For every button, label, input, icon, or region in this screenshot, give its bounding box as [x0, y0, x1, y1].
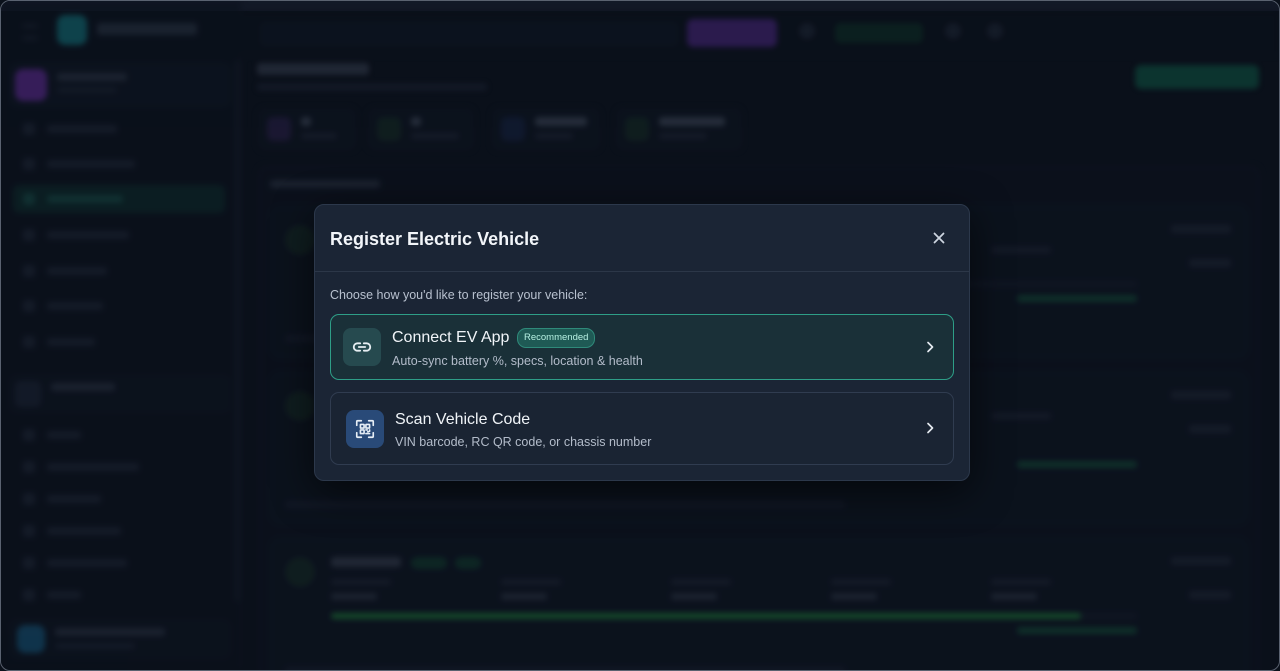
option-description: Auto-sync battery %, specs, location & h… [392, 354, 643, 368]
connect-ev-app-option[interactable]: Connect EV App Recommended Auto-sync bat… [330, 314, 954, 380]
modal-subtitle: Choose how you'd like to register your v… [330, 288, 588, 302]
qr-scan-icon-box [346, 410, 384, 448]
chevron-right-icon [927, 422, 934, 434]
close-button[interactable] [927, 226, 951, 250]
modal-title: Register Electric Vehicle [330, 229, 540, 249]
option-title: Scan Vehicle Code [395, 411, 531, 428]
close-icon [933, 232, 945, 244]
app-window: Register Electric Vehicle Choose how you… [0, 0, 1280, 671]
link-icon [352, 342, 372, 352]
modal-header: Register Electric Vehicle [315, 205, 969, 272]
scan-vehicle-code-option[interactable]: Scan Vehicle Code VIN barcode, RC QR cod… [330, 392, 954, 465]
register-vehicle-modal: Register Electric Vehicle Choose how you… [314, 204, 970, 481]
option-title: Connect EV App [392, 329, 510, 346]
chevron-right-icon [927, 341, 934, 353]
option-description: VIN barcode, RC QR code, or chassis numb… [395, 435, 652, 449]
qr-scan-icon [355, 419, 375, 439]
recommended-badge: Recommended [517, 328, 596, 348]
link-icon-box [343, 328, 381, 366]
